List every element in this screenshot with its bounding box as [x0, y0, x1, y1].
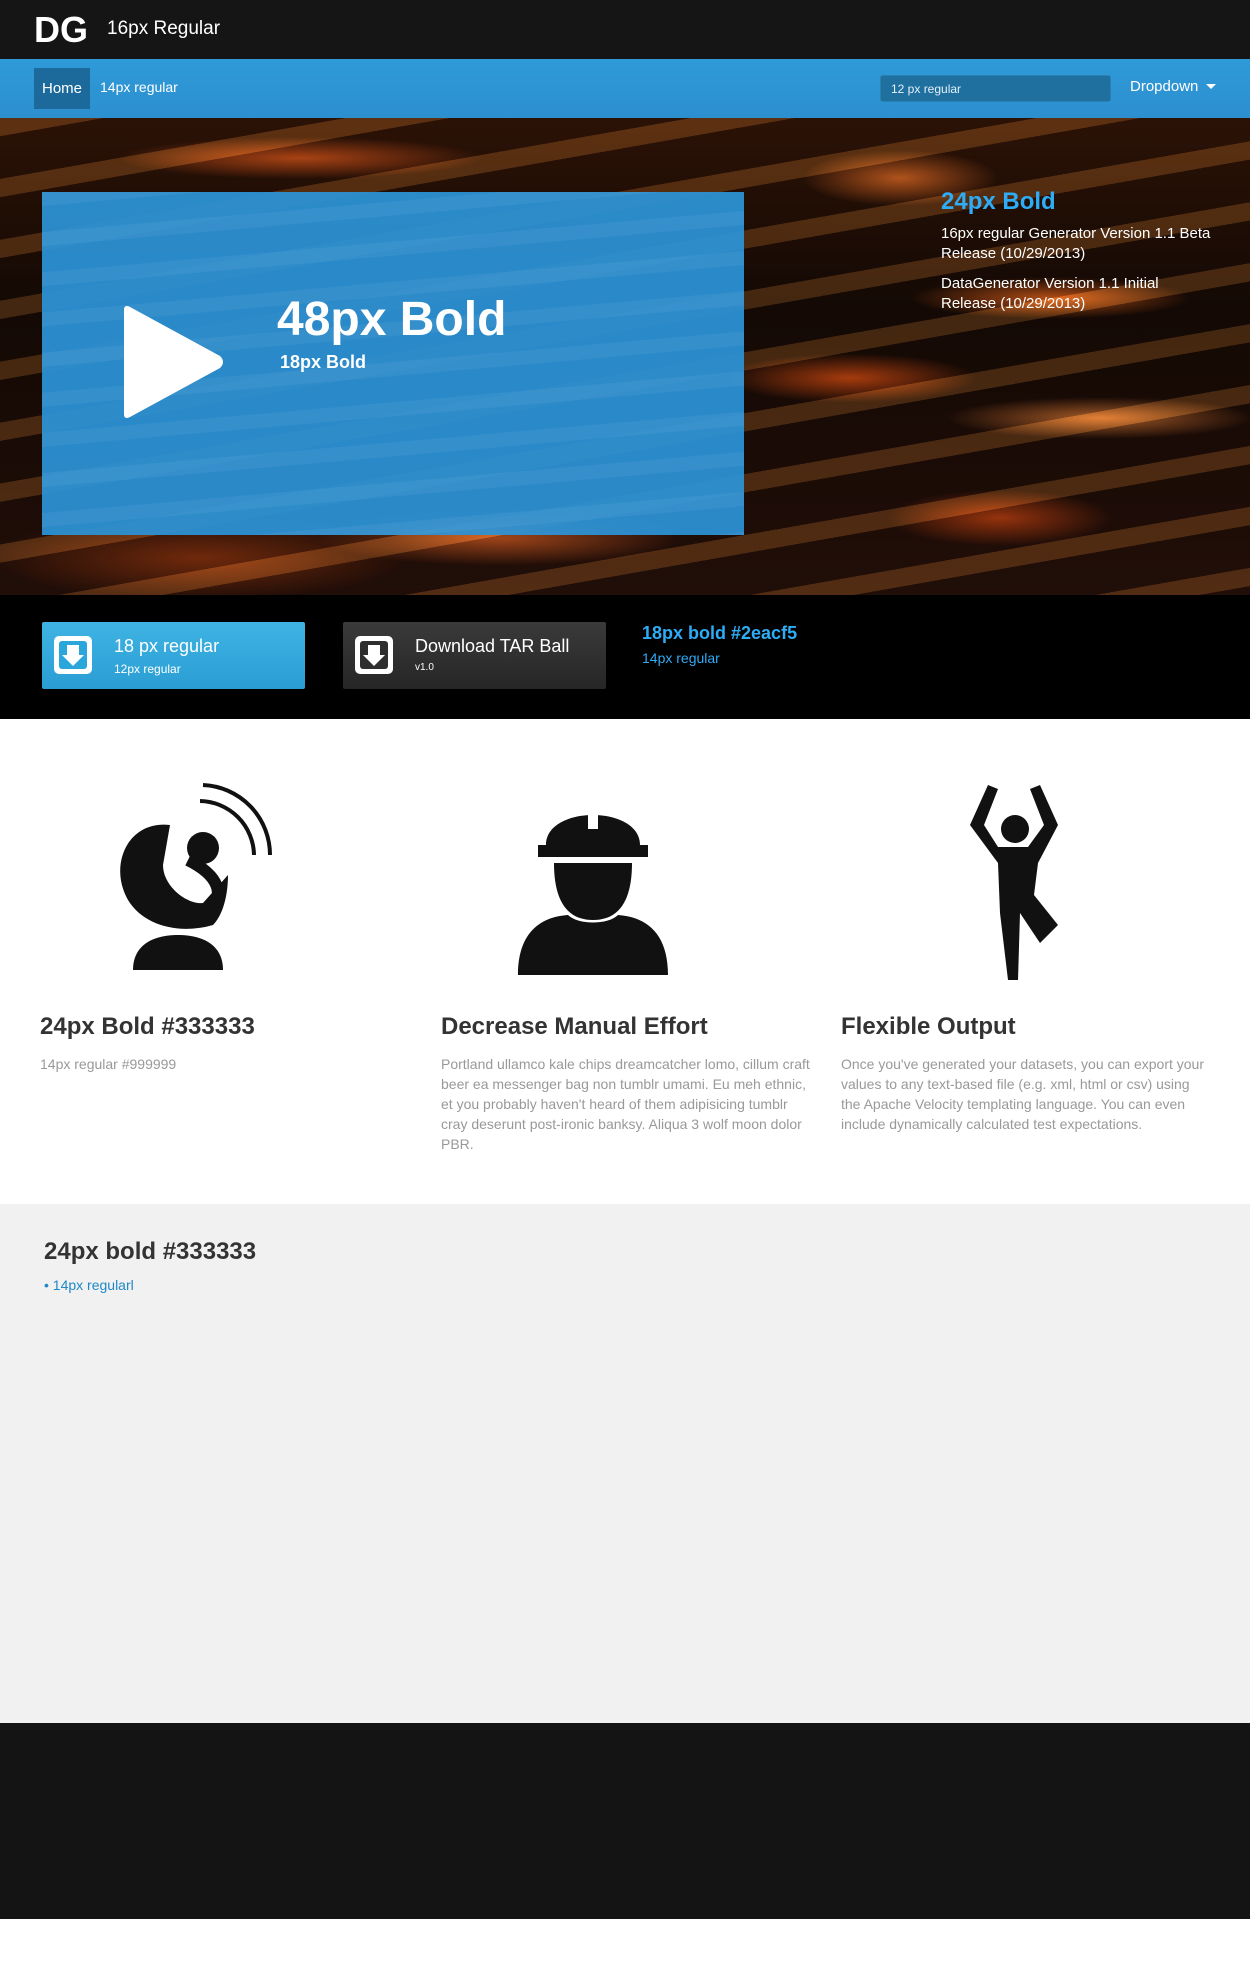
news-panel: 24px Bold 16px regular Generator Version…	[941, 188, 1211, 324]
download-tar-button[interactable]: Download TAR Ball v1.0	[343, 622, 606, 689]
news-item[interactable]: DataGenerator Version 1.1 Initial Releas…	[941, 274, 1211, 314]
video-subtitle: 18px Bold	[280, 352, 367, 372]
download-info-title[interactable]: 18px bold #2eacf5	[642, 623, 797, 644]
news-item[interactable]: 16px regular Generator Version 1.1 Beta …	[941, 224, 1211, 264]
construction-worker-icon	[518, 799, 668, 975]
dropdown-label: Dropdown	[1130, 78, 1199, 95]
hero-banner: 48px Bold 18px Bold 24px Bold 16px regul…	[0, 118, 1250, 595]
download-tar-title: Download TAR Ball	[415, 636, 570, 656]
yoga-pose-icon	[970, 785, 1058, 980]
svg-text:DG: DG	[34, 10, 88, 50]
caret-down-icon	[1206, 84, 1217, 89]
feature-title: Decrease Manual Effort	[441, 1013, 708, 1040]
download-icon	[355, 636, 393, 674]
search-input[interactable]	[880, 75, 1111, 102]
list-item[interactable]: 14px regularl	[44, 1277, 134, 1293]
download-button[interactable]: 18 px regular 12px regular	[42, 622, 305, 689]
download-info-subtitle[interactable]: 14px regular	[642, 650, 797, 666]
feature-title: Flexible Output	[841, 1013, 1016, 1040]
top-bar: DG 16px Regular	[0, 0, 1250, 59]
download-title: 18 px regular	[114, 636, 220, 656]
section-title: 24px bold #333333	[44, 1238, 257, 1265]
feature-text: Portland ullamco kale chips dreamcatcher…	[441, 1056, 810, 1152]
play-icon[interactable]	[112, 302, 232, 422]
video-player[interactable]: 48px Bold 18px Bold	[42, 192, 744, 535]
download-icon	[54, 636, 92, 674]
features-section: 24px Bold #333333 14px regular #999999 D…	[0, 719, 1250, 1204]
download-tar-version: v1.0	[415, 662, 434, 673]
download-info: 18px bold #2eacf5 14px regular	[642, 623, 797, 666]
footer	[0, 1723, 1250, 1919]
link-list: 14px regularl	[44, 1277, 134, 1293]
news-title: 24px Bold	[941, 188, 1056, 215]
satellite-dish-icon	[120, 783, 273, 970]
download-strip: 18 px regular 12px regular Download TAR …	[0, 595, 1250, 719]
download-subtitle: 12px regular	[114, 662, 181, 676]
brand-title[interactable]: 16px Regular	[107, 18, 220, 40]
nav-link[interactable]: 14px regular	[100, 79, 178, 95]
nav-home-link[interactable]: Home	[34, 68, 90, 109]
logo-icon[interactable]: DG	[34, 10, 94, 50]
feature-text: Once you've generated your datasets, you…	[841, 1056, 1205, 1132]
feature-text: 14px regular #999999	[40, 1056, 177, 1072]
feature-title: 24px Bold #333333	[40, 1013, 255, 1040]
nav-dropdown[interactable]: Dropdown	[1130, 78, 1217, 95]
gray-section: 24px bold #333333 14px regularl	[0, 1204, 1250, 1723]
nav-bar: Home 14px regular Dropdown	[0, 59, 1250, 118]
video-title: 48px Bold	[277, 293, 507, 346]
